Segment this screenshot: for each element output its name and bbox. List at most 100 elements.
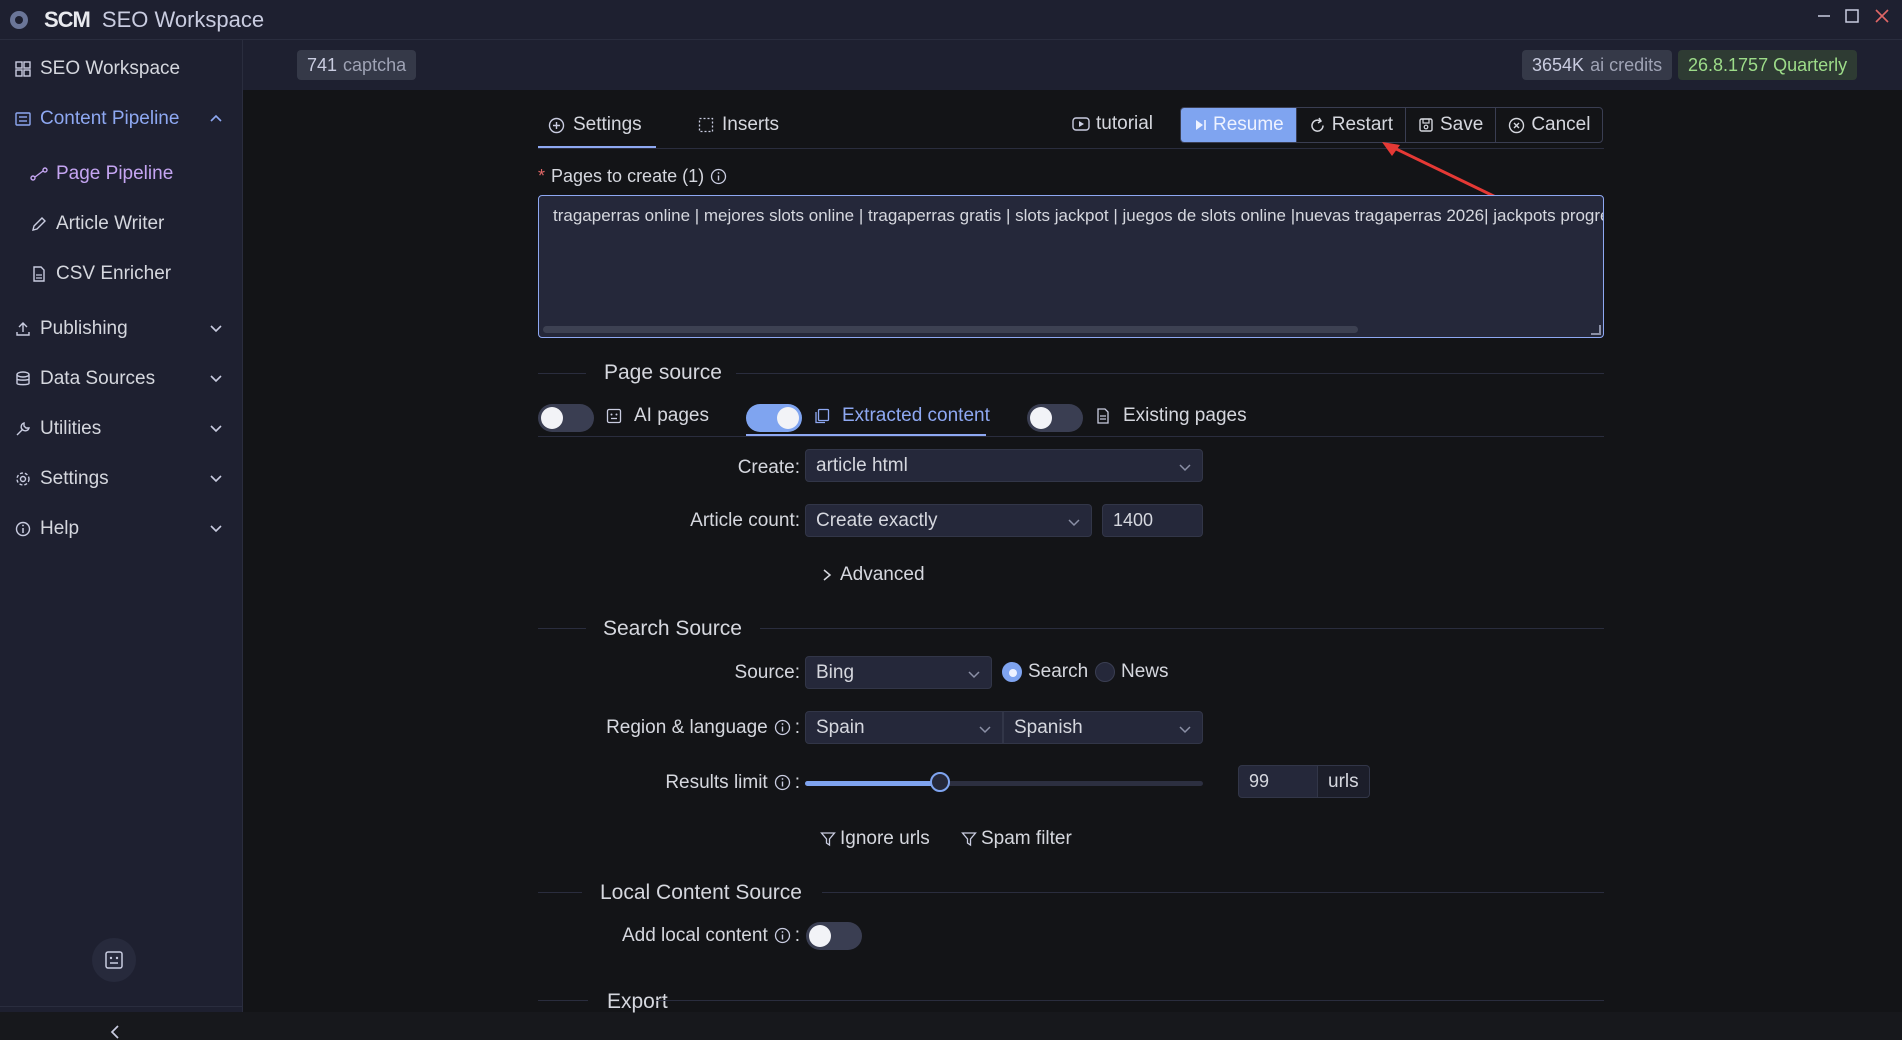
- region-select-value: Spain: [816, 716, 865, 738]
- results-limit-label: Results limit :: [600, 766, 800, 799]
- radio-news[interactable]: News: [1095, 661, 1169, 683]
- resize-handle-icon[interactable]: [1591, 325, 1601, 335]
- extracted-content-option: Extracted content: [814, 405, 990, 427]
- article-count-mode-select[interactable]: Create exactly: [805, 504, 1092, 537]
- chevron-down-icon: [1178, 722, 1192, 736]
- sidebar-item-help[interactable]: Help: [0, 507, 243, 551]
- captcha-badge: 741 captcha: [297, 50, 417, 80]
- chevron-up-icon: [209, 111, 223, 125]
- source-label-text: Source: [734, 661, 795, 683]
- label-colon: :: [794, 771, 800, 793]
- window-title: SEO Workspace: [101, 6, 265, 32]
- youtube-icon: [1072, 117, 1090, 131]
- pen-icon: [28, 216, 50, 232]
- add-local-content-toggle[interactable]: [806, 922, 862, 950]
- sidebar-item-label: Data Sources: [40, 368, 156, 389]
- maximize-icon[interactable]: [1836, 0, 1868, 32]
- section-divider: [656, 1000, 1604, 1001]
- info-icon: [774, 927, 791, 944]
- filter-icon: [961, 831, 977, 847]
- cancel-label: Cancel: [1531, 114, 1591, 135]
- ai-pages-toggle[interactable]: [538, 404, 594, 432]
- label-colon: :: [794, 924, 800, 946]
- section-divider: [822, 892, 1604, 893]
- tab-inserts[interactable]: Inserts: [698, 103, 779, 147]
- section-divider: [538, 892, 582, 893]
- robot-icon: [105, 951, 123, 969]
- route-icon: [28, 166, 50, 182]
- sidebar-item-page-pipeline[interactable]: Page Pipeline: [0, 152, 243, 196]
- section-divider: [538, 628, 586, 629]
- credits-badge: 3654K ai credits: [1522, 50, 1673, 80]
- existing-pages-toggle[interactable]: [1027, 404, 1083, 432]
- restart-button[interactable]: Restart: [1295, 108, 1405, 142]
- language-select[interactable]: Spanish: [1003, 711, 1203, 744]
- restart-label: Restart: [1331, 114, 1393, 135]
- pipeline-icon: [12, 111, 34, 127]
- app-logo-icon: [10, 10, 28, 29]
- sidebar-item-label: Settings: [40, 468, 109, 489]
- sidebar-item-article-writer[interactable]: Article Writer: [0, 202, 243, 246]
- top-status-bar: 741 captcha 3654K ai credits 26.8.1757 Q…: [243, 40, 1902, 90]
- spam-filter-button[interactable]: Spam filter: [961, 828, 1072, 850]
- pages-textarea[interactable]: tragaperras online | mejores slots onlin…: [538, 195, 1604, 338]
- tab-settings[interactable]: Settings: [548, 103, 642, 147]
- info-icon: [774, 719, 791, 736]
- close-window-icon[interactable]: [1866, 0, 1898, 32]
- spam-filter-label: Spam filter: [981, 828, 1072, 849]
- sidebar-item-settings[interactable]: Settings: [0, 457, 243, 501]
- radio-search-label: Search: [1028, 661, 1089, 682]
- section-divider: [736, 373, 1604, 374]
- grid-dots-icon: [698, 117, 714, 133]
- robot-icon: [606, 408, 622, 424]
- sidebar-item-label: Article Writer: [56, 213, 165, 234]
- sidebar-item-csv-enricher[interactable]: CSV Enricher: [0, 252, 243, 296]
- language-select-value: Spanish: [1014, 716, 1083, 738]
- pages-label: * Pages to create (1): [538, 166, 727, 187]
- resume-label: Resume: [1213, 114, 1284, 135]
- tab-label: Inserts: [722, 114, 780, 135]
- sidebar-item-publishing[interactable]: Publishing: [0, 307, 243, 351]
- search-source-title: Search Source: [603, 617, 742, 640]
- resume-button[interactable]: Resume: [1181, 108, 1296, 142]
- wrench-icon: [12, 421, 34, 437]
- advanced-toggle[interactable]: Advanced: [822, 564, 925, 586]
- pages-textarea-value: tragaperras online | mejores slots onlin…: [553, 206, 1604, 225]
- create-select[interactable]: article html: [805, 449, 1203, 482]
- label-colon: :: [794, 456, 800, 478]
- sidebar: SEO Workspace Content Pipeline Page Pipe…: [0, 40, 243, 1039]
- tutorial-link[interactable]: tutorial: [1072, 113, 1153, 135]
- chevron-down-icon: [1067, 515, 1081, 529]
- ignore-urls-button[interactable]: Ignore urls: [820, 828, 930, 850]
- save-button[interactable]: Save: [1405, 108, 1495, 142]
- region-select[interactable]: Spain: [805, 711, 1003, 744]
- plan-badge: 26.8.1757 Quarterly: [1678, 50, 1858, 80]
- cancel-button[interactable]: Cancel: [1495, 108, 1602, 142]
- sidebar-item-content-pipeline[interactable]: Content Pipeline: [0, 97, 243, 141]
- sidebar-item-seo-workspace[interactable]: SEO Workspace: [0, 47, 243, 91]
- radio-search[interactable]: Search: [1002, 661, 1088, 683]
- section-divider: [538, 436, 1604, 437]
- sidebar-item-utilities[interactable]: Utilities: [0, 407, 243, 451]
- sidebar-item-label: Utilities: [40, 418, 102, 439]
- label-colon: :: [794, 661, 800, 683]
- horizontal-scrollbar[interactable]: [543, 326, 1358, 333]
- sidebar-item-data-sources[interactable]: Data Sources: [0, 357, 243, 401]
- collapse-sidebar-icon[interactable]: [108, 1024, 122, 1040]
- article-count-input[interactable]: 1400: [1102, 504, 1203, 537]
- upload-icon: [12, 321, 34, 337]
- region-language-label: Region & language :: [560, 711, 800, 744]
- chevron-down-icon: [967, 667, 981, 681]
- extracted-content-toggle[interactable]: [746, 404, 802, 432]
- assistant-button[interactable]: [92, 938, 136, 982]
- results-limit-input[interactable]: 99: [1238, 765, 1318, 798]
- captcha-label: captcha: [343, 54, 407, 75]
- action-buttons: Resume Restart Save Cancel: [1180, 107, 1604, 143]
- chevron-right-icon: [822, 568, 832, 582]
- slider-handle[interactable]: [930, 772, 950, 792]
- results-limit-label-text: Results limit: [665, 771, 768, 793]
- article-count-label: Article count:: [600, 504, 800, 537]
- source-select[interactable]: Bing: [805, 656, 992, 689]
- section-divider: [538, 1000, 588, 1001]
- existing-pages-label: Existing pages: [1123, 405, 1247, 426]
